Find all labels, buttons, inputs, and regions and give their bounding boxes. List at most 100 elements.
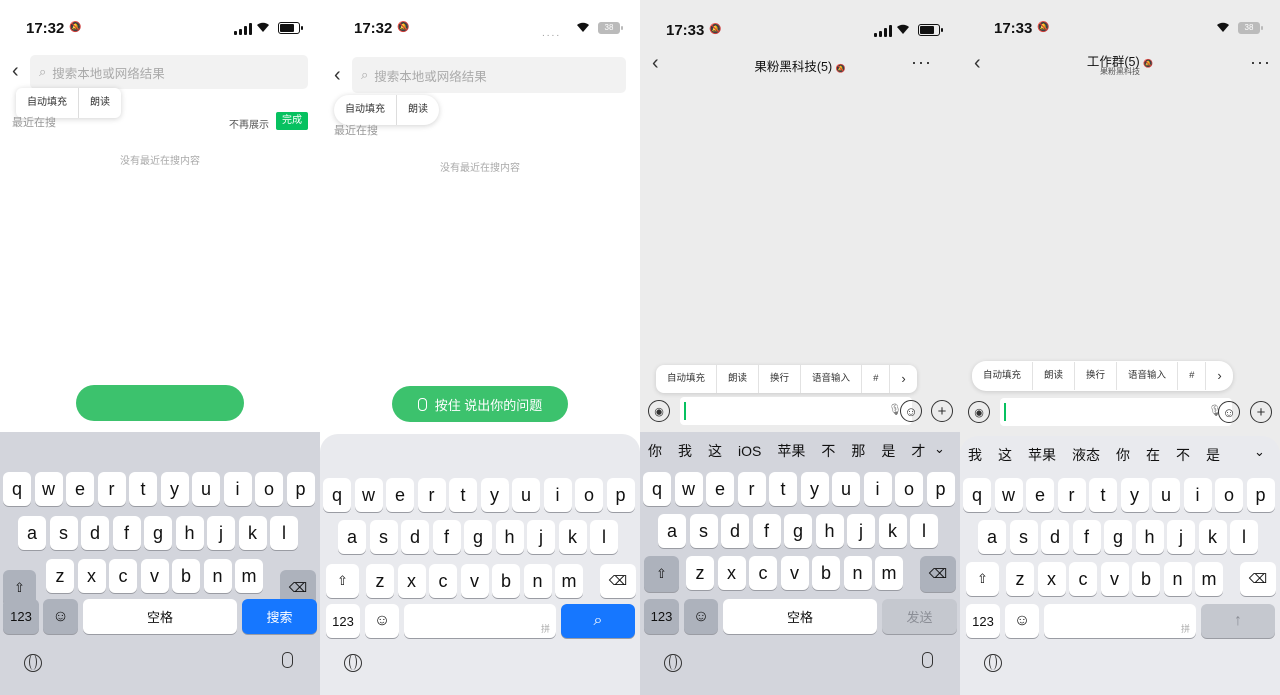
key-d[interactable]: d: [81, 516, 109, 550]
key-q[interactable]: q: [323, 478, 351, 512]
key-q[interactable]: q: [963, 478, 991, 512]
emoji-key[interactable]: ☺: [365, 604, 399, 638]
key-r[interactable]: r: [97, 472, 126, 506]
key-w[interactable]: w: [994, 478, 1023, 512]
key-c[interactable]: c: [109, 559, 137, 593]
key-b[interactable]: b: [172, 559, 200, 593]
key-w[interactable]: w: [674, 472, 703, 506]
backspace-key[interactable]: ⌫: [600, 564, 636, 598]
numbers-key[interactable]: 123: [966, 604, 1000, 638]
toolbar-autofill[interactable]: 自动填充: [972, 362, 1034, 390]
key-a[interactable]: a: [978, 520, 1006, 554]
key-e[interactable]: e: [386, 478, 414, 512]
key-n[interactable]: n: [203, 559, 232, 593]
key-p[interactable]: p: [606, 478, 635, 512]
key-s[interactable]: s: [49, 516, 78, 550]
key-z[interactable]: z: [366, 564, 394, 598]
voice-search-button[interactable]: 按住 说出你的问题: [392, 386, 568, 422]
key-i[interactable]: i: [1183, 478, 1212, 512]
key-v[interactable]: v: [1100, 562, 1129, 596]
backspace-key[interactable]: ⌫: [920, 556, 956, 592]
key-a[interactable]: a: [18, 516, 46, 550]
key-d[interactable]: d: [1041, 520, 1069, 554]
key-w[interactable]: w: [354, 478, 383, 512]
key-z[interactable]: z: [46, 559, 74, 593]
key-j[interactable]: j: [527, 520, 555, 554]
toolbar-hash[interactable]: #: [1178, 362, 1207, 390]
key-x[interactable]: x: [77, 559, 106, 593]
key-y[interactable]: y: [480, 478, 509, 512]
key-u[interactable]: u: [192, 472, 220, 506]
candidate-word[interactable]: 那: [851, 441, 865, 461]
message-input[interactable]: 🎙: [680, 397, 912, 425]
key-a[interactable]: a: [658, 514, 686, 548]
key-z[interactable]: z: [686, 556, 714, 590]
key-p[interactable]: p: [286, 472, 315, 506]
candidate-word[interactable]: 我: [968, 445, 982, 465]
candidate-word[interactable]: 是: [1206, 445, 1220, 465]
toolbar-newline[interactable]: 换行: [759, 365, 802, 393]
candidate-word[interactable]: 苹果: [1028, 445, 1056, 465]
space-key[interactable]: 空格: [723, 599, 877, 634]
key-v[interactable]: v: [780, 556, 809, 590]
key-m[interactable]: m: [1195, 562, 1223, 596]
key-r[interactable]: r: [417, 478, 446, 512]
search-input[interactable]: ⌕ 搜索本地或网络结果: [352, 57, 626, 93]
menu-read-aloud[interactable]: 朗读: [79, 88, 121, 118]
candidate-word[interactable]: 不: [1176, 445, 1190, 465]
toolbar-newline[interactable]: 换行: [1075, 362, 1118, 390]
key-h[interactable]: h: [815, 514, 844, 548]
key-o[interactable]: o: [255, 472, 283, 506]
key-k[interactable]: k: [558, 520, 587, 554]
toolbar-read-aloud[interactable]: 朗读: [717, 365, 760, 393]
key-j[interactable]: j: [207, 516, 235, 550]
key-k[interactable]: k: [238, 516, 267, 550]
backspace-key[interactable]: ⌫: [1240, 562, 1276, 596]
key-m[interactable]: m: [555, 564, 583, 598]
candidate-word[interactable]: 是: [881, 441, 895, 461]
key-f[interactable]: f: [112, 516, 141, 550]
key-y[interactable]: y: [800, 472, 829, 506]
key-z[interactable]: z: [1006, 562, 1034, 596]
toolbar-voice-input[interactable]: 语音输入: [801, 365, 863, 393]
candidate-word[interactable]: iOS: [738, 443, 761, 459]
key-r[interactable]: r: [1057, 478, 1086, 512]
key-e[interactable]: e: [706, 472, 734, 506]
plus-icon[interactable]: +: [931, 400, 953, 422]
key-h[interactable]: h: [495, 520, 524, 554]
voice-icon[interactable]: ◉: [648, 400, 670, 422]
key-e[interactable]: e: [1026, 478, 1054, 512]
shift-key[interactable]: ⇧: [644, 556, 679, 592]
candidate-word[interactable]: 这: [708, 441, 722, 461]
expand-candidates-icon[interactable]: ⌄: [934, 441, 945, 457]
key-e[interactable]: e: [66, 472, 94, 506]
key-t[interactable]: t: [769, 472, 797, 506]
key-o[interactable]: o: [575, 478, 603, 512]
key-h[interactable]: h: [175, 516, 204, 550]
key-y[interactable]: y: [160, 472, 189, 506]
key-r[interactable]: r: [737, 472, 766, 506]
toolbar-voice-input[interactable]: 语音输入: [1117, 362, 1179, 390]
key-g[interactable]: g: [144, 516, 172, 550]
emoji-key[interactable]: ☺: [43, 599, 78, 634]
key-a[interactable]: a: [338, 520, 366, 554]
key-g[interactable]: g: [464, 520, 492, 554]
shift-key[interactable]: ⇧: [966, 562, 999, 596]
key-j[interactable]: j: [1167, 520, 1195, 554]
globe-icon[interactable]: [24, 654, 42, 672]
key-x[interactable]: x: [717, 556, 746, 590]
candidate-word[interactable]: 苹果: [777, 441, 805, 461]
emoji-key[interactable]: ☺: [1005, 604, 1039, 638]
key-m[interactable]: m: [875, 556, 903, 590]
send-key[interactable]: 发送: [882, 599, 957, 634]
key-q[interactable]: q: [3, 472, 31, 506]
more-icon[interactable]: ···: [911, 52, 932, 73]
key-j[interactable]: j: [847, 514, 875, 548]
key-k[interactable]: k: [1198, 520, 1227, 554]
key-w[interactable]: w: [34, 472, 63, 506]
candidate-word[interactable]: 才: [911, 441, 925, 461]
toolbar-next-chevron-icon[interactable]: ›: [890, 365, 916, 393]
key-q[interactable]: q: [643, 472, 671, 506]
key-l[interactable]: l: [270, 516, 298, 550]
key-v[interactable]: v: [140, 559, 169, 593]
